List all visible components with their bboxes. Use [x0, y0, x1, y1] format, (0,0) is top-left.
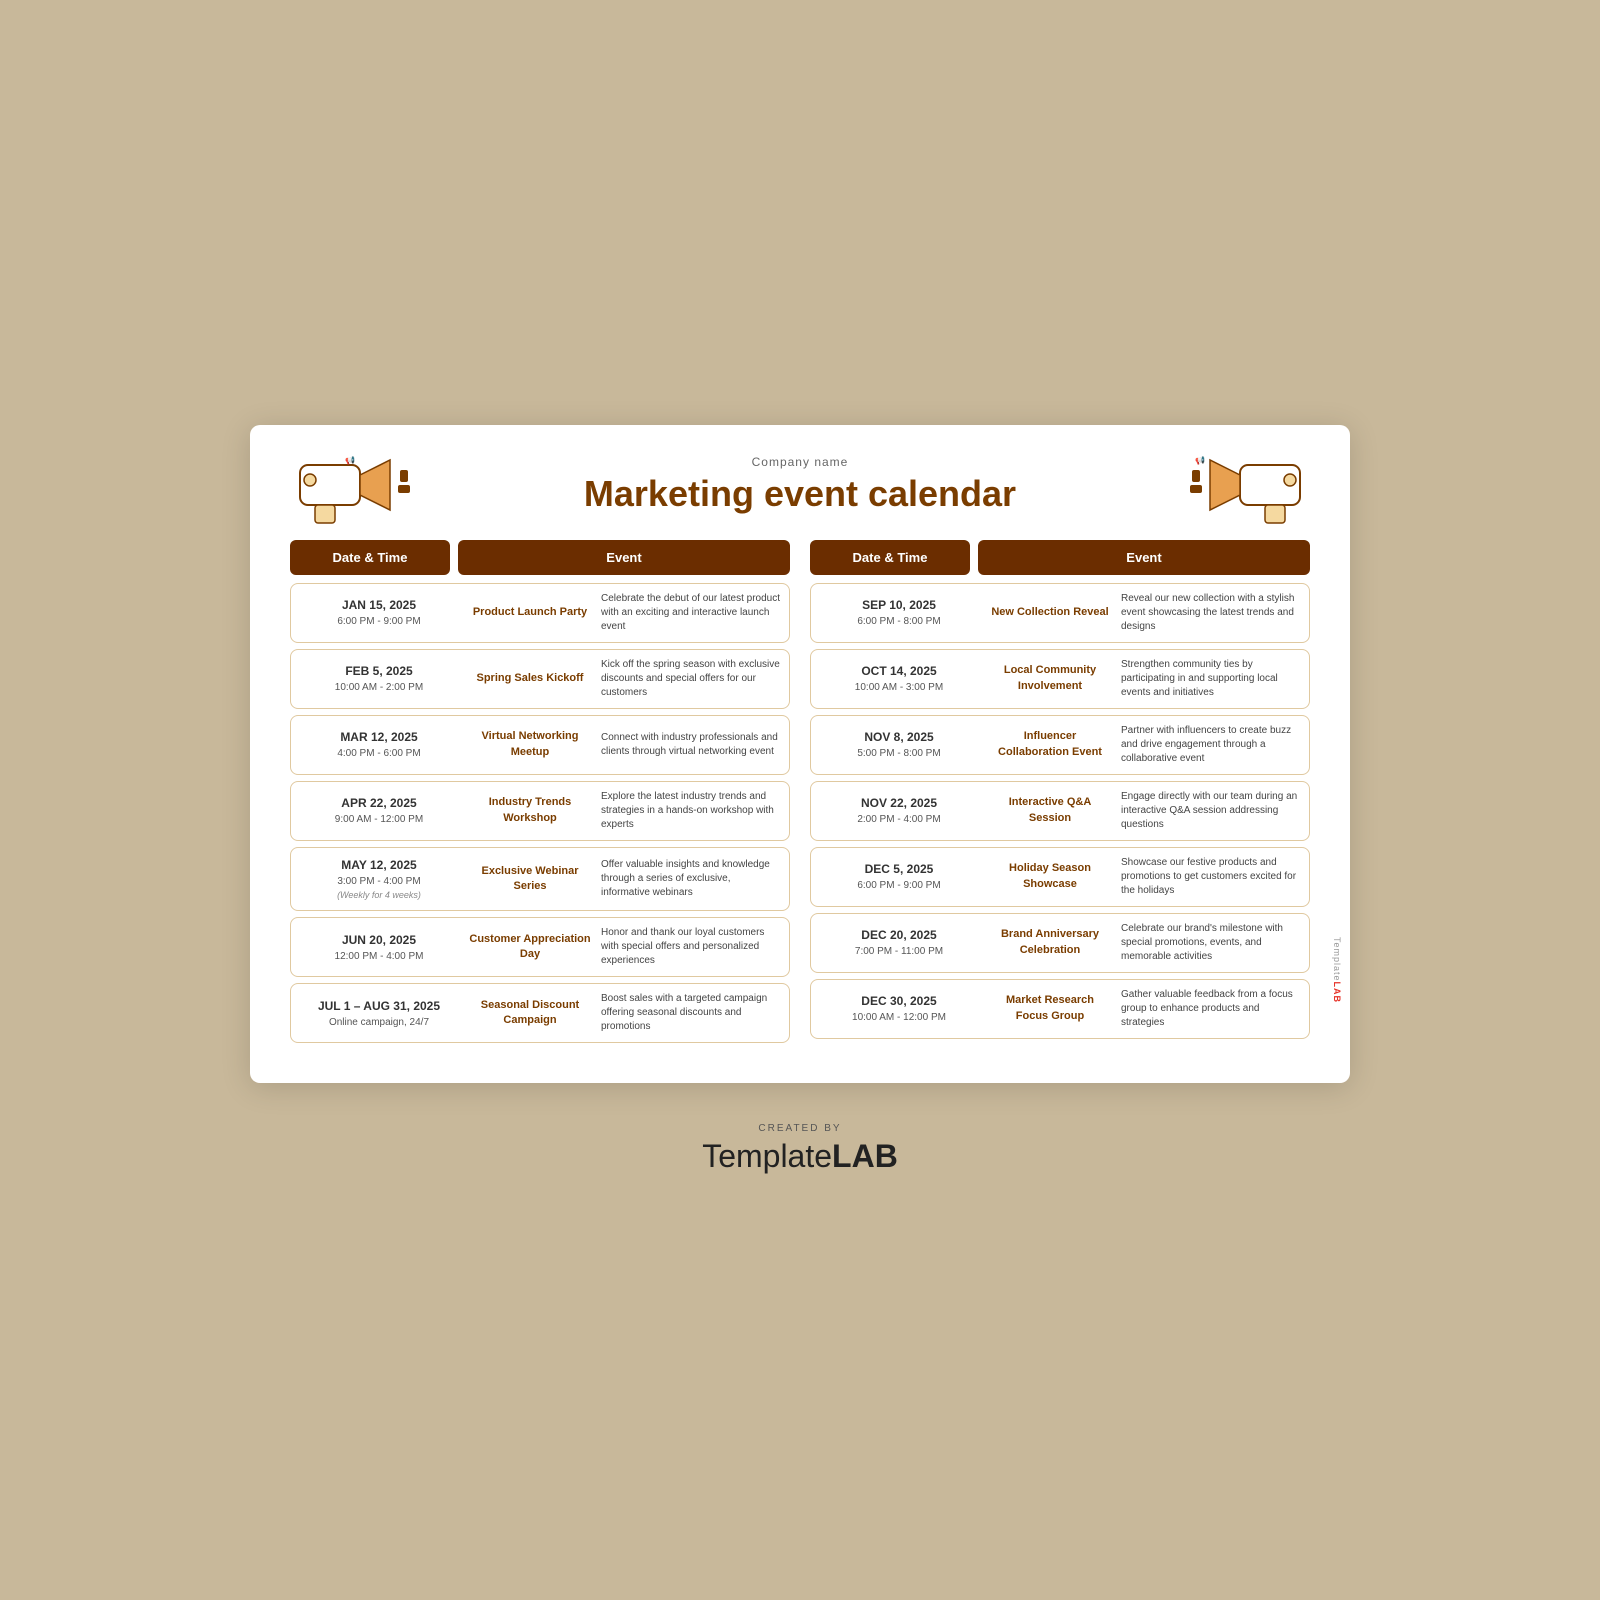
right-half: Date & Time Event SEP 10, 2025 6:00 PM -… — [810, 540, 1310, 1044]
svg-text:📢: 📢 — [345, 455, 355, 465]
right-col-headers: Date & Time Event — [810, 540, 1310, 575]
event-name: Spring Sales Kickoff — [465, 671, 595, 686]
event-name: Market Research Focus Group — [985, 993, 1115, 1024]
event-date: DEC 20, 2025 7:00 PM - 11:00 PM — [819, 926, 979, 959]
event-date: MAY 12, 2025 3:00 PM - 4:00 PM (Weekly f… — [299, 856, 459, 903]
event-description: Strengthen community ties by participati… — [1121, 658, 1301, 700]
header-title: Company name Marketing event calendar — [584, 455, 1016, 515]
created-by-label: CREATED BY — [702, 1123, 898, 1134]
event-date: FEB 5, 2025 10:00 AM - 2:00 PM — [299, 662, 459, 695]
left-event-header: Event — [458, 540, 790, 575]
event-description: Reveal our new collection with a stylish… — [1121, 592, 1301, 634]
event-name: Local Community Involvement — [985, 663, 1115, 694]
event-date: JUL 1 – AUG 31, 2025 Online campaign, 24… — [299, 997, 459, 1030]
event-date: OCT 14, 2025 10:00 AM - 3:00 PM — [819, 662, 979, 695]
event-description: Explore the latest industry trends and s… — [601, 790, 781, 832]
svg-text:📢: 📢 — [1195, 455, 1205, 465]
right-event-row: NOV 22, 2025 2:00 PM - 4:00 PM Interacti… — [810, 781, 1310, 841]
event-name: Interactive Q&A Session — [985, 795, 1115, 826]
event-date: NOV 8, 2025 5:00 PM - 8:00 PM — [819, 728, 979, 761]
event-name: Virtual Networking Meetup — [465, 729, 595, 760]
brand-name: TemplateLAB — [702, 1138, 898, 1175]
event-description: Connect with industry professionals and … — [601, 731, 781, 759]
event-description: Kick off the spring season with exclusiv… — [601, 658, 781, 700]
event-name: Industry Trends Workshop — [465, 795, 595, 826]
right-event-row: DEC 20, 2025 7:00 PM - 11:00 PM Brand An… — [810, 913, 1310, 973]
right-event-row: NOV 8, 2025 5:00 PM - 8:00 PM Influencer… — [810, 715, 1310, 775]
footer-branding: CREATED BY TemplateLAB — [702, 1123, 898, 1175]
right-event-row: SEP 10, 2025 6:00 PM - 8:00 PM New Colle… — [810, 583, 1310, 643]
watermark: TemplateLAB — [1332, 937, 1342, 1003]
left-event-row: JAN 15, 2025 6:00 PM - 9:00 PM Product L… — [290, 583, 790, 643]
event-date: DEC 30, 2025 10:00 AM - 12:00 PM — [819, 992, 979, 1025]
event-date: JAN 15, 2025 6:00 PM - 9:00 PM — [299, 596, 459, 629]
event-description: Celebrate our brand's milestone with spe… — [1121, 922, 1301, 964]
main-title: Marketing event calendar — [584, 473, 1016, 515]
event-description: Offer valuable insights and knowledge th… — [601, 858, 781, 900]
right-event-row: DEC 5, 2025 6:00 PM - 9:00 PM Holiday Se… — [810, 847, 1310, 907]
left-event-row: MAY 12, 2025 3:00 PM - 4:00 PM (Weekly f… — [290, 847, 790, 912]
event-description: Honor and thank our loyal customers with… — [601, 926, 781, 968]
right-event-row: OCT 14, 2025 10:00 AM - 3:00 PM Local Co… — [810, 649, 1310, 709]
event-name: Exclusive Webinar Series — [465, 864, 595, 895]
left-event-row: MAR 12, 2025 4:00 PM - 6:00 PM Virtual N… — [290, 715, 790, 775]
event-description: Engage directly with our team during an … — [1121, 790, 1301, 832]
calendar-grid: Date & Time Event JAN 15, 2025 6:00 PM -… — [290, 540, 1310, 1044]
left-events-list: JAN 15, 2025 6:00 PM - 9:00 PM Product L… — [290, 583, 790, 1044]
brand-template: Template — [702, 1138, 832, 1174]
event-name: Seasonal Discount Campaign — [465, 998, 595, 1029]
left-event-row: APR 22, 2025 9:00 AM - 12:00 PM Industry… — [290, 781, 790, 841]
event-date: APR 22, 2025 9:00 AM - 12:00 PM — [299, 794, 459, 827]
event-date: SEP 10, 2025 6:00 PM - 8:00 PM — [819, 596, 979, 629]
right-events-list: SEP 10, 2025 6:00 PM - 8:00 PM New Colle… — [810, 583, 1310, 1039]
event-name: Holiday Season Showcase — [985, 861, 1115, 892]
event-description: Gather valuable feedback from a focus gr… — [1121, 988, 1301, 1030]
event-description: Showcase our festive products and promot… — [1121, 856, 1301, 898]
right-event-row: DEC 30, 2025 10:00 AM - 12:00 PM Market … — [810, 979, 1310, 1039]
left-col-headers: Date & Time Event — [290, 540, 790, 575]
right-date-header: Date & Time — [810, 540, 970, 575]
event-description: Boost sales with a targeted campaign off… — [601, 992, 781, 1034]
brand-lab: LAB — [832, 1138, 898, 1174]
calendar-page: 📢 Company name Marketing event calendar … — [250, 425, 1350, 1084]
left-date-header: Date & Time — [290, 540, 450, 575]
event-description: Celebrate the debut of our latest produc… — [601, 592, 781, 634]
event-name: New Collection Reveal — [985, 605, 1115, 620]
left-event-row: JUL 1 – AUG 31, 2025 Online campaign, 24… — [290, 983, 790, 1043]
event-name: Customer Appreciation Day — [465, 932, 595, 963]
event-date: DEC 5, 2025 6:00 PM - 9:00 PM — [819, 860, 979, 893]
event-date: NOV 22, 2025 2:00 PM - 4:00 PM — [819, 794, 979, 827]
left-event-row: FEB 5, 2025 10:00 AM - 2:00 PM Spring Sa… — [290, 649, 790, 709]
event-description: Partner with influencers to create buzz … — [1121, 724, 1301, 766]
event-name: Product Launch Party — [465, 605, 595, 620]
left-event-row: JUN 20, 2025 12:00 PM - 4:00 PM Customer… — [290, 917, 790, 977]
left-half: Date & Time Event JAN 15, 2025 6:00 PM -… — [290, 540, 790, 1044]
event-date: MAR 12, 2025 4:00 PM - 6:00 PM — [299, 728, 459, 761]
header-icon-right: 📢 — [1190, 445, 1310, 525]
event-name: Influencer Collaboration Event — [985, 729, 1115, 760]
header: 📢 Company name Marketing event calendar … — [290, 455, 1310, 515]
event-name: Brand Anniversary Celebration — [985, 927, 1115, 958]
right-event-header: Event — [978, 540, 1310, 575]
header-icon-left: 📢 — [290, 445, 410, 525]
event-date: JUN 20, 2025 12:00 PM - 4:00 PM — [299, 931, 459, 964]
company-name: Company name — [584, 455, 1016, 469]
